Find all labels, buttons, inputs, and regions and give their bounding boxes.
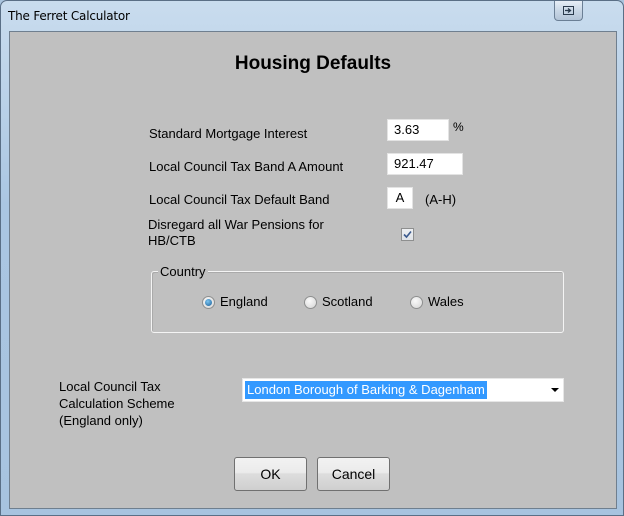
country-group-legend: Country bbox=[158, 264, 208, 279]
title-bar[interactable]: The Ferret Calculator bbox=[1, 1, 623, 31]
dialog-client: Housing Defaults Standard Mortgage Inter… bbox=[9, 31, 617, 509]
radio-england-label[interactable]: England bbox=[220, 294, 268, 310]
restore-button[interactable] bbox=[554, 1, 583, 21]
restore-icon bbox=[563, 6, 574, 15]
mortgage-interest-label: Standard Mortgage Interest bbox=[149, 126, 308, 141]
mortgage-interest-input[interactable]: 3.63 bbox=[387, 119, 449, 141]
cancel-button[interactable]: Cancel bbox=[317, 457, 390, 491]
window-title: The Ferret Calculator bbox=[8, 9, 130, 23]
band-a-amount-input[interactable]: 921.47 bbox=[387, 153, 463, 175]
band-a-amount-label: Local Council Tax Band A Amount bbox=[149, 159, 344, 174]
war-pensions-label: Disregard all War Pensions for HB/CTB bbox=[148, 217, 324, 249]
checkmark-icon bbox=[403, 230, 412, 239]
scheme-dropdown[interactable]: London Borough of Barking & Dagenham bbox=[242, 378, 564, 402]
scheme-label-line1: Local Council Tax bbox=[59, 379, 161, 394]
scheme-label-line3: (England only) bbox=[59, 413, 143, 428]
scheme-label: Local Council Tax Calculation Scheme (En… bbox=[59, 378, 175, 429]
ok-button[interactable]: OK bbox=[234, 457, 307, 491]
scheme-selected-value: London Borough of Barking & Dagenham bbox=[245, 381, 487, 399]
default-band-label: Local Council Tax Default Band bbox=[149, 192, 330, 207]
war-pensions-checkbox[interactable] bbox=[401, 228, 414, 241]
band-range-hint: (A-H) bbox=[425, 192, 457, 207]
default-band-input[interactable]: A bbox=[387, 187, 413, 209]
chevron-down-icon[interactable] bbox=[551, 388, 559, 392]
radio-england-button[interactable] bbox=[202, 296, 215, 309]
dialog-heading: Housing Defaults bbox=[234, 53, 392, 74]
percent-unit: % bbox=[453, 120, 464, 134]
radio-wales-label[interactable]: Wales bbox=[428, 294, 464, 310]
radio-wales-button[interactable] bbox=[410, 296, 423, 309]
app-window: The Ferret Calculator Housing Defaults S… bbox=[0, 0, 624, 516]
scheme-label-line2: Calculation Scheme bbox=[59, 396, 175, 411]
radio-scotland-label[interactable]: Scotland bbox=[322, 294, 373, 310]
radio-scotland-button[interactable] bbox=[304, 296, 317, 309]
war-pensions-label-line2: HB/CTB bbox=[148, 233, 196, 248]
war-pensions-label-line1: Disregard all War Pensions for bbox=[148, 217, 324, 232]
